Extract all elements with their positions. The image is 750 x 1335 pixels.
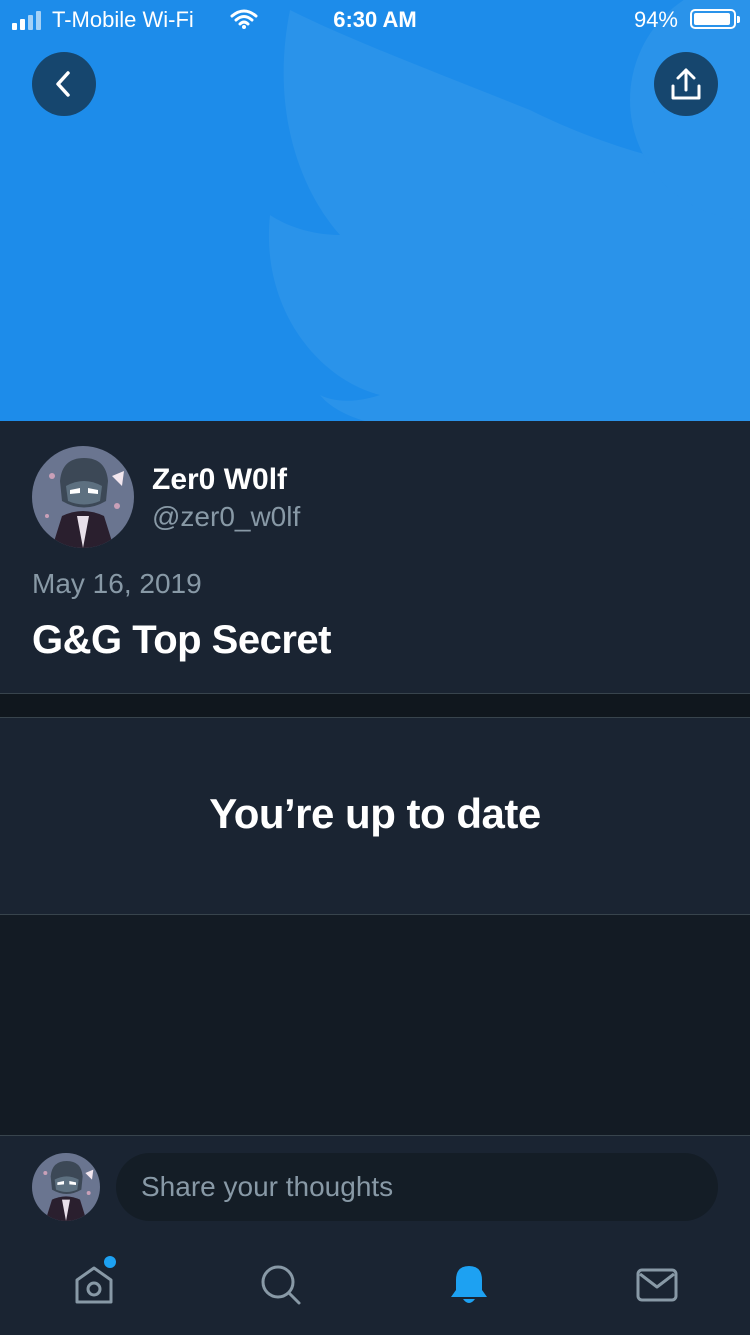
up-to-date-message: You’re up to date (209, 790, 541, 837)
share-icon (671, 68, 701, 100)
back-button[interactable] (32, 52, 96, 116)
tab-home[interactable] (44, 1250, 144, 1320)
empty-area (0, 915, 750, 1135)
home-icon (75, 1266, 113, 1304)
moment-date: May 16, 2019 (32, 568, 202, 599)
author-display-name[interactable]: Zer0 W0lf (152, 463, 287, 497)
compose-field[interactable] (116, 1153, 718, 1221)
share-button[interactable] (654, 52, 718, 116)
tab-notifications[interactable] (419, 1250, 519, 1320)
home-notification-dot (104, 1256, 116, 1268)
section-divider (0, 694, 750, 718)
author-avatar[interactable] (32, 446, 134, 548)
mail-icon (636, 1268, 678, 1302)
moment-title: G&G Top Secret (32, 618, 331, 662)
battery-icon (690, 9, 740, 29)
status-bar: T-Mobile Wi-Fi 6:30 AM 94% (0, 0, 750, 40)
header-banner (0, 0, 750, 421)
tab-search[interactable] (231, 1250, 331, 1320)
chevron-left-icon (56, 71, 70, 97)
search-icon (261, 1265, 301, 1305)
tab-messages[interactable] (607, 1250, 707, 1320)
battery-percent: 94% (633, 7, 678, 32)
user-avatar[interactable] (32, 1153, 100, 1221)
up-to-date-panel: You’re up to date (0, 718, 750, 915)
author-handle[interactable]: @zer0_w0lf (152, 501, 300, 533)
moment-card: Zer0 W0lf @zer0_w0lf May 16, 2019 G&G To… (0, 421, 750, 694)
share-thoughts-input[interactable] (116, 1153, 718, 1221)
bottom-bar (0, 1135, 750, 1335)
bell-icon (451, 1266, 487, 1303)
